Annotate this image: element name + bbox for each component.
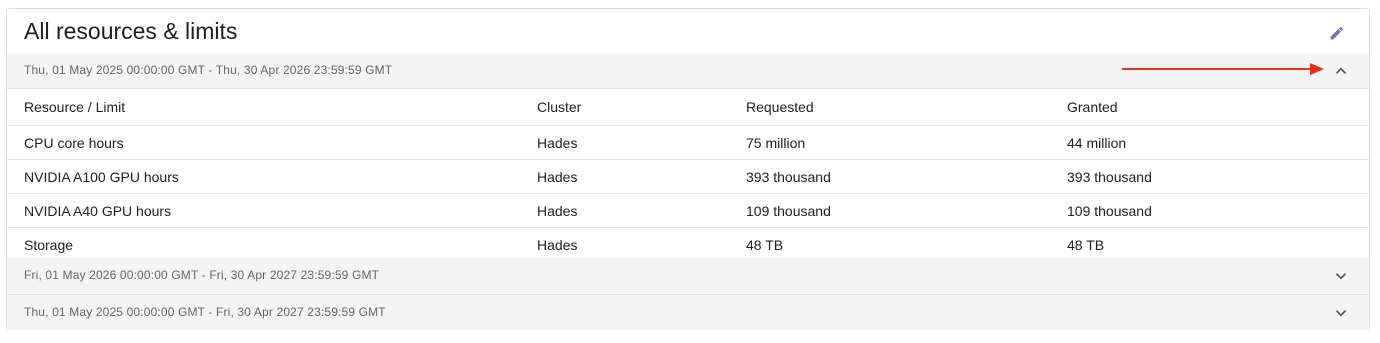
- cell-granted: 48 TB: [1067, 236, 1105, 253]
- annotation-arrow-icon: [1122, 63, 1324, 75]
- resources-card: All resources & limits Thu, 01 May 2025 …: [6, 8, 1370, 330]
- period-header-3[interactable]: Thu, 01 May 2025 00:00:00 GMT - Fri, 30 …: [7, 295, 1369, 330]
- column-header-cluster: Cluster: [520, 89, 729, 126]
- table-row: Storage Hades 48 TB 48 TB: [7, 228, 1369, 262]
- cell-cluster: Hades: [520, 193, 729, 228]
- cell-resource: NVIDIA A100 GPU hours: [7, 159, 520, 194]
- table-row: NVIDIA A100 GPU hours Hades 393 thousand…: [7, 159, 1369, 194]
- cell-resource: CPU core hours: [7, 125, 520, 160]
- period-label: Fri, 01 May 2026 00:00:00 GMT - Fri, 30 …: [24, 268, 380, 282]
- table-row: NVIDIA A40 GPU hours Hades 109 thousand …: [7, 193, 1369, 228]
- column-header-granted: Granted: [1050, 89, 1369, 126]
- table-header-row: Resource / Limit Cluster Requested Grant…: [7, 89, 1369, 126]
- chevron-down-icon: [1335, 273, 1347, 280]
- cell-requested: 109 thousand: [729, 193, 1050, 228]
- cell-resource: NVIDIA A40 GPU hours: [7, 193, 520, 228]
- cell-resource: Storage: [24, 236, 74, 253]
- column-header-resource: Resource / Limit: [7, 89, 520, 126]
- cell-cluster: Hades: [537, 236, 578, 253]
- column-header-requested: Requested: [729, 89, 1050, 126]
- card-title: All resources & limits: [24, 18, 238, 44]
- cell-requested: 393 thousand: [729, 159, 1050, 194]
- table-row: CPU core hours Hades 75 million 44 milli…: [7, 125, 1369, 160]
- chevron-up-icon: [1335, 67, 1347, 74]
- pencil-icon: [1330, 27, 1343, 40]
- chevron-down-icon: [1335, 310, 1347, 317]
- cell-granted: 44 million: [1050, 125, 1369, 160]
- cell-cluster: Hades: [520, 125, 729, 160]
- period-label: Thu, 01 May 2025 00:00:00 GMT - Fri, 30 …: [24, 305, 386, 319]
- edit-button[interactable]: [1327, 21, 1349, 43]
- cell-requested: 75 million: [729, 125, 1050, 160]
- cell-requested: 48 TB: [746, 236, 784, 253]
- period-label: Thu, 01 May 2025 00:00:00 GMT - Thu, 30 …: [24, 63, 393, 77]
- cell-cluster: Hades: [520, 159, 729, 194]
- resources-table: Resource / Limit Cluster Requested Grant…: [7, 89, 1369, 261]
- cell-granted: 393 thousand: [1050, 159, 1369, 194]
- period-header-2[interactable]: Fri, 01 May 2026 00:00:00 GMT - Fri, 30 …: [7, 258, 1369, 295]
- cell-granted: 109 thousand: [1050, 193, 1369, 228]
